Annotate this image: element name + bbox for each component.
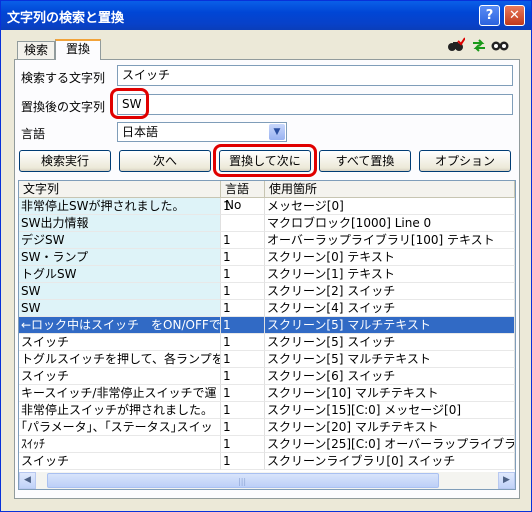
cell-lang-no: 1 [221,436,265,453]
table-row[interactable]: SW・ランプ 1 スクリーン[0] テキスト [19,249,515,266]
replace-string-input[interactable]: SW [117,94,513,115]
cell-location: スクリーン[0] テキスト [265,249,515,266]
cell-location: スクリーン[5] マルチテキスト [265,351,515,368]
binoculars-check-icon[interactable] [447,37,466,57]
table-row[interactable]: トグルSW 1 スクリーン[1] テキスト [19,266,515,283]
cell-string: キースイッチ/非常停止スイッチで運 [19,385,221,402]
table-row[interactable]: 非常停止スイッチが押されました。 1 スクリーン[15][C:0] メッセージ[0] [19,402,515,419]
cell-string: SW [19,300,221,317]
cell-location: スクリーン[1] テキスト [265,266,515,283]
table-row[interactable]: 非常停止SWが押されました。 1 メッセージ[0] [19,198,515,215]
cell-lang-no: 1 [221,266,265,283]
title-bar[interactable]: 文字列の検索と置換 ? ✕ [1,1,531,30]
scrollbar-thumb[interactable]: ||| [47,473,439,488]
table-row[interactable]: ｢パラメータ｣、｢ステータス｣スイッ 1 スクリーン[20] マルチテキスト [19,419,515,436]
replace-all-button[interactable]: すべて置換 [319,150,411,172]
cell-location: スクリーン[5] スイッチ [265,334,515,351]
window-title: 文字列の検索と置換 [7,11,125,26]
binoculars-icon[interactable] [491,37,509,57]
cell-string: 非常停止スイッチが押されました。 [19,402,221,419]
green-arrows-icon[interactable] [471,37,487,57]
cell-location: スクリーン[5] マルチテキスト [265,317,515,334]
table-row[interactable]: スイッチ 1 スクリーンライブラリ[0] スイッチ [19,453,515,470]
search-button[interactable]: 検索実行 [19,150,111,172]
scroll-left-arrow-icon[interactable]: ◀ [19,472,36,489]
scrollbar-grip-icon: ||| [238,477,247,486]
options-button[interactable]: オプション [419,150,511,172]
scroll-right-arrow-icon[interactable]: ▶ [498,472,515,489]
cell-lang-no: 1 [221,300,265,317]
next-button[interactable]: 次へ [119,150,211,172]
help-button[interactable]: ? [479,5,500,26]
replace-string-label: 置換後の文字列 [21,100,106,114]
table-row[interactable]: キースイッチ/非常停止スイッチで運 1 スクリーン[10] マルチテキスト [19,385,515,402]
cell-lang-no: 1 [221,198,265,215]
language-value: 日本語 [122,125,159,139]
table-row[interactable]: デジSW 1 オーバーラップライブラリ[100] テキスト [19,232,515,249]
column-header-location[interactable]: 使用箇所 [265,181,515,198]
search-string-input[interactable]: スイッチ [117,65,513,86]
cell-location: スクリーン[4] スイッチ [265,300,515,317]
cell-string: SW [19,283,221,300]
cell-string: ←ロック中はスイッチ をON/OFFでき [19,317,221,334]
cell-string: トグルSW [19,266,221,283]
close-button[interactable]: ✕ [504,5,525,26]
cell-lang-no: 1 [221,317,265,334]
chevron-down-icon[interactable]: ▼ [269,124,285,140]
cell-location: スクリーン[2] スイッチ [265,283,515,300]
cell-string: SW・ランプ [19,249,221,266]
language-label: 言語 [21,127,46,141]
cell-string: スイッチ [19,368,221,385]
table-row[interactable]: スイッチ 1 スクリーン[5] スイッチ [19,334,515,351]
cell-location: スクリーンライブラリ[0] スイッチ [265,453,515,470]
red-highlight-mark [110,88,149,119]
cell-string: ｽｲｯﾁ [19,436,221,453]
table-row[interactable]: SW 1 スクリーン[2] スイッチ [19,283,515,300]
cell-location: スクリーン[15][C:0] メッセージ[0] [265,402,515,419]
cell-location: メッセージ[0] [265,198,515,215]
cell-lang-no: 1 [221,351,265,368]
cell-location: オーバーラップライブラリ[100] テキスト [265,232,515,249]
cell-lang-no: 1 [221,334,265,351]
cell-lang-no: 1 [221,249,265,266]
cell-string: トグルスイッチを押して、各ランプを [19,351,221,368]
cell-lang-no: 1 [221,385,265,402]
tab-search[interactable]: 検索 [17,41,55,59]
cell-location: スクリーン[6] スイッチ [265,368,515,385]
cell-string: 非常停止SWが押されました。 [19,198,221,215]
cell-string: スイッチ [19,453,221,470]
cell-lang-no: 1 [221,232,265,249]
cell-lang-no: 1 [221,419,265,436]
column-header-string[interactable]: 文字列 [19,181,221,198]
horizontal-scrollbar[interactable]: ◀ ||| ▶ [19,472,515,489]
cell-string: デジSW [19,232,221,249]
cell-lang-no [221,215,265,232]
table-row[interactable]: ←ロック中はスイッチ をON/OFFでき 1 スクリーン[5] マルチテキスト [19,317,515,334]
tab-replace[interactable]: 置換 [55,39,101,60]
table-row[interactable]: スイッチ 1 スクリーン[6] スイッチ [19,368,515,385]
cell-location: スクリーン[25][C:0] オーバーラップライブラ [265,436,515,453]
cell-location: マクロブロック[1000] Line 0 [265,215,515,232]
cell-string: SW出力情報 [19,215,221,232]
cell-string: ｢パラメータ｣、｢ステータス｣スイッ [19,419,221,436]
red-highlight-mark [213,144,317,177]
cell-location: スクリーン[20] マルチテキスト [265,419,515,436]
table-row[interactable]: SW 1 スクリーン[4] スイッチ [19,300,515,317]
dialog-window: 文字列の検索と置換 ? ✕ 検索 置換 検索する文字列 スイッチ 置換後の文字列… [0,0,532,512]
language-select[interactable]: 日本語 ▼ [117,122,287,142]
cell-lang-no: 1 [221,368,265,385]
cell-lang-no: 1 [221,402,265,419]
table-row[interactable]: ｽｲｯﾁ 1 スクリーン[25][C:0] オーバーラップライブラ [19,436,515,453]
table-row[interactable]: SW出力情報 マクロブロック[1000] Line 0 [19,215,515,232]
search-string-label: 検索する文字列 [21,71,106,85]
cell-location: スクリーン[10] マルチテキスト [265,385,515,402]
cell-lang-no: 1 [221,453,265,470]
table-row[interactable]: トグルスイッチを押して、各ランプを 1 スクリーン[5] マルチテキスト [19,351,515,368]
column-header-lang-no[interactable]: 言語No [221,181,265,212]
results-table[interactable]: 文字列 言語No 使用箇所 非常停止SWが押されました。 1 メッセージ[0] SW出… [18,180,516,490]
cell-string: スイッチ [19,334,221,351]
cell-lang-no: 1 [221,283,265,300]
